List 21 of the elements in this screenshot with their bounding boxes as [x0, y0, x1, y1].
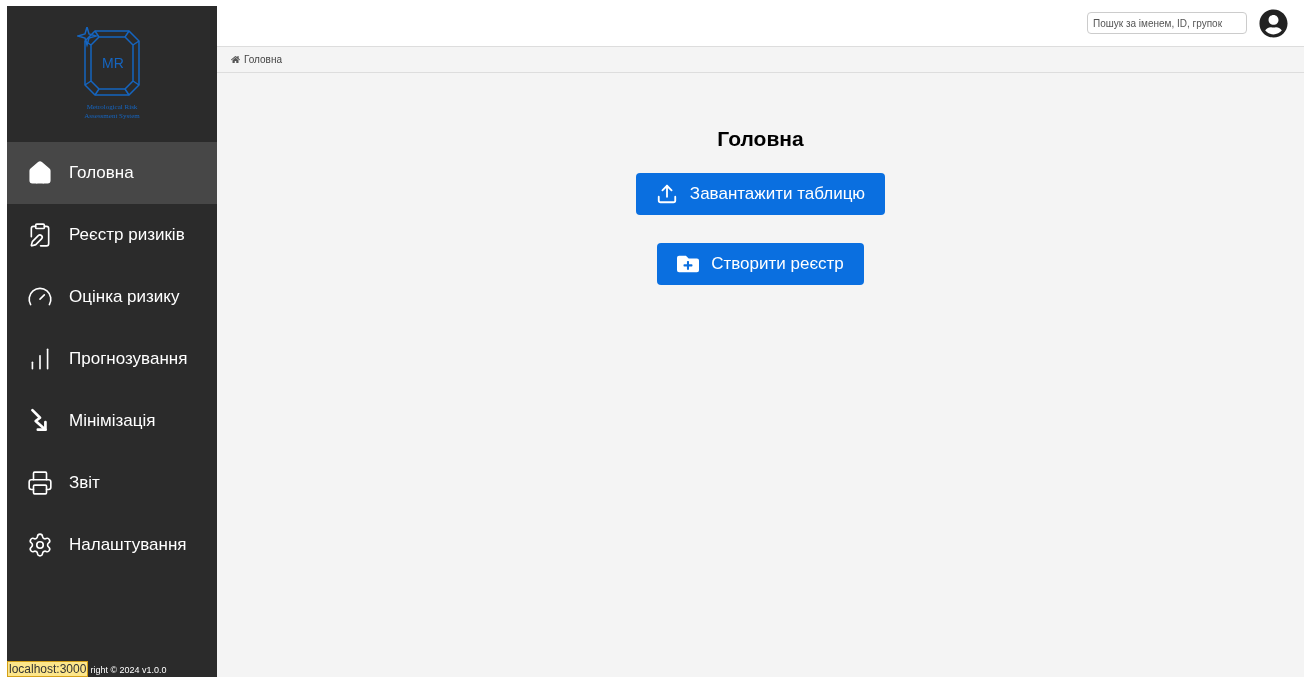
copyright-text: right © 2024 v1.0.0	[90, 664, 167, 677]
sidebar-item[interactable]: Прогнозування	[7, 328, 217, 390]
sidebar-item[interactable]: Звіт	[7, 452, 217, 514]
settings-icon	[27, 532, 53, 558]
logo-monogram: MR	[102, 55, 124, 71]
printer-icon	[27, 470, 53, 496]
user-avatar-icon[interactable]	[1259, 8, 1288, 38]
action-button[interactable]: Створити реєстр	[657, 242, 864, 285]
sidebar-item[interactable]: Реєстр ризиків	[7, 204, 217, 266]
sidebar-item[interactable]: Головна	[7, 142, 217, 204]
search-field[interactable]: Пошук за іменем, ID, групок	[1087, 12, 1247, 34]
sidebar-item[interactable]: Налаштування	[7, 514, 217, 576]
action-button[interactable]: Завантажити таблицю	[635, 172, 886, 215]
sidebar-item[interactable]: Мінімізація	[7, 390, 217, 452]
status-tooltip: localhost:3000	[7, 661, 89, 677]
sidebar-item[interactable]: Оцінка ризику	[7, 266, 217, 328]
house-icon	[27, 160, 53, 186]
home-icon	[231, 55, 240, 64]
page-title: Головна	[717, 126, 804, 152]
upload-icon	[655, 182, 678, 205]
breadcrumb-item[interactable]: Головна	[244, 52, 282, 67]
